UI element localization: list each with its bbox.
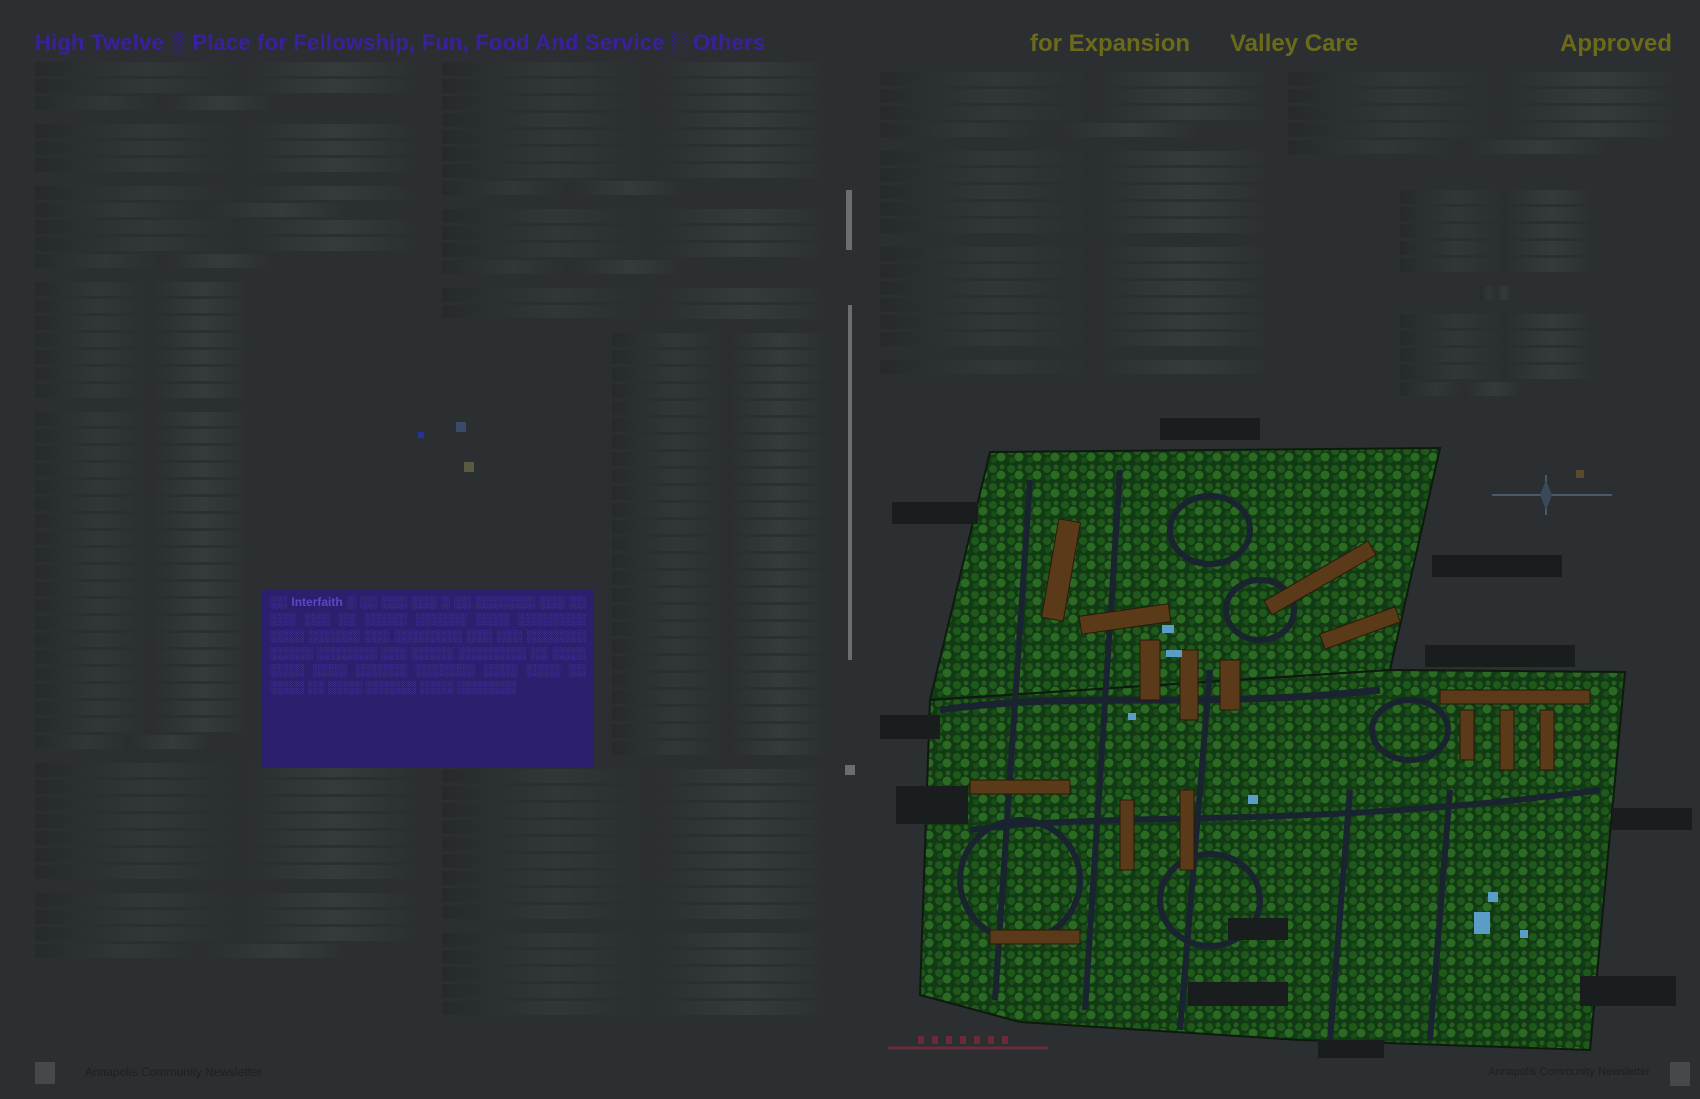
- paragraph: [1288, 72, 1673, 154]
- headline-right-approved: Approved: [1560, 30, 1673, 57]
- gutter-rule-top: [846, 190, 852, 250]
- footer-text: Annapolis Community Newsletter: [85, 1065, 262, 1079]
- paragraph: [35, 62, 410, 110]
- paragraph: [1400, 190, 1590, 272]
- paragraph: [35, 186, 410, 268]
- photo-marker: [464, 462, 474, 472]
- footer-left: Annapolis Community Newsletter: [35, 1062, 435, 1084]
- paragraph: [442, 933, 822, 1015]
- paragraph: [35, 893, 410, 958]
- site-plan-label: [1612, 808, 1692, 830]
- paragraph: [442, 209, 822, 274]
- site-plan-label: [1160, 418, 1260, 440]
- paragraph: [35, 412, 245, 749]
- site-plan-label: [1228, 918, 1288, 940]
- paragraph: [880, 360, 1265, 374]
- headline-right-valley-care: Valley Care: [1230, 30, 1359, 57]
- site-plan-label: [1580, 976, 1676, 1006]
- gutter-mark: [845, 765, 855, 775]
- site-plan-label: [1188, 982, 1288, 1006]
- page-number-box: [35, 1062, 55, 1084]
- paragraph: [442, 62, 822, 195]
- paragraph: [442, 769, 822, 919]
- paragraph: [1480, 286, 1510, 300]
- article-column-4: [1288, 72, 1673, 182]
- gutter-rule-long: [848, 305, 852, 660]
- paragraph: [35, 763, 410, 879]
- north-arrow-icon: [1492, 470, 1612, 515]
- site-plan-label: [880, 715, 940, 739]
- site-plan-label: [1318, 1040, 1384, 1058]
- site-plan-label: [1432, 555, 1562, 577]
- site-plan-label: [896, 786, 968, 824]
- paragraph: [35, 124, 410, 172]
- page-number-box: [1670, 1062, 1690, 1086]
- paragraph: [880, 247, 1265, 346]
- article-column-3: [880, 72, 1265, 392]
- paragraph: [612, 333, 822, 755]
- newsletter-spread: High Twelve ░ Place for Fellowship, Fun,…: [0, 0, 1700, 1099]
- paragraph: [1400, 314, 1590, 396]
- article-column-4-centered: [1400, 190, 1590, 410]
- scale-bar-icon: [888, 1036, 1048, 1050]
- paragraph: [880, 151, 1265, 233]
- caption-box: ░░ Interfaith ░ ░░ ░░░ ░░░ ░ ░░ ░░░░░░░ …: [262, 590, 594, 768]
- photo-marker: [456, 422, 466, 432]
- headline-left: High Twelve ░ Place for Fellowship, Fun,…: [35, 30, 766, 55]
- paragraph: [442, 288, 822, 319]
- site-plan-label: [1425, 645, 1575, 667]
- site-plan-label: [892, 502, 978, 524]
- photo-marker: [418, 432, 424, 438]
- footer-text: Annapolis Community Newsletter: [1487, 1066, 1650, 1078]
- paragraph: [35, 282, 245, 398]
- headline-right-expansion: for Expansion: [1030, 30, 1191, 57]
- footer-right: Annapolis Community Newsletter: [1390, 1062, 1690, 1086]
- paragraph: [880, 72, 1265, 137]
